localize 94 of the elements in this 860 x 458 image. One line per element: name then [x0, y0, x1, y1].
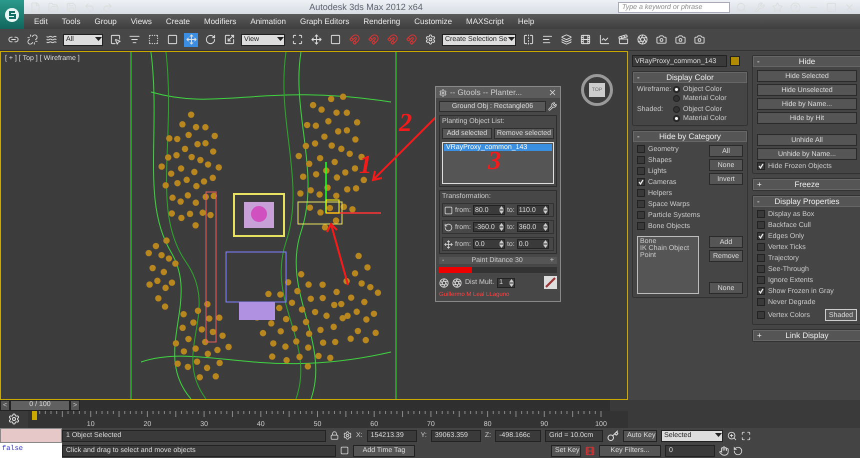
layers-icon[interactable] — [559, 32, 573, 46]
menu-item[interactable]: Views — [130, 17, 152, 26]
radio-button[interactable] — [673, 86, 680, 93]
rollout-title: Freeze — [794, 180, 820, 189]
star-icon[interactable] — [770, 0, 784, 14]
lock-icon[interactable] — [330, 431, 339, 440]
maxscript-input[interactable] — [0, 428, 62, 443]
unlink-icon[interactable] — [25, 32, 39, 46]
menu-item[interactable]: Graph Editors — [300, 17, 350, 26]
dialog-title: -- Gtools -- Planter... — [450, 88, 524, 98]
spinner-arrows-icon[interactable] — [498, 223, 504, 232]
rollout-title: Hide — [798, 57, 816, 66]
rollout-title: Display Color — [665, 73, 715, 82]
rollout-toggle[interactable]: - — [757, 57, 767, 66]
rollout-toggle[interactable]: - — [637, 73, 647, 82]
radio-button[interactable] — [673, 106, 680, 113]
rollout-toggle[interactable]: - — [637, 132, 647, 141]
checkbox[interactable] — [637, 189, 645, 197]
spinner-arrows-icon[interactable] — [542, 206, 548, 214]
checkbox[interactable] — [757, 298, 765, 306]
spinner-arrows-icon[interactable] — [498, 240, 504, 248]
select-object-icon[interactable] — [108, 32, 122, 46]
dialog-icon — [439, 88, 447, 97]
checkbox[interactable] — [757, 287, 765, 295]
move-icon[interactable] — [184, 32, 198, 46]
rotate-icon[interactable] — [203, 32, 217, 46]
app-logo-icon[interactable] — [0, 0, 24, 29]
annotation-number: 1 — [359, 152, 372, 178]
radio-button[interactable] — [673, 95, 680, 102]
checkbox[interactable] — [757, 254, 765, 262]
rollout-header[interactable]: - Hide — [753, 56, 860, 67]
checkbox[interactable] — [637, 200, 645, 208]
spinner-arrows-icon[interactable] — [542, 240, 548, 248]
checkbox[interactable] — [637, 167, 645, 175]
checkbox[interactable] — [757, 276, 765, 284]
mirror-icon[interactable] — [521, 32, 535, 46]
rollout-toggle[interactable]: - — [757, 197, 767, 206]
close-icon[interactable] — [548, 88, 557, 98]
menu-item[interactable]: Rendering — [363, 17, 400, 26]
menu-item[interactable]: Create — [166, 17, 190, 26]
rollout-title: Link Display — [784, 331, 830, 340]
pan-icon[interactable] — [719, 446, 729, 456]
checkbox[interactable] — [637, 211, 645, 219]
menu-item[interactable]: Customize — [414, 17, 452, 26]
menu-item[interactable]: Help — [518, 17, 534, 26]
rollout-toggle[interactable]: + — [757, 331, 767, 340]
checkbox[interactable] — [637, 145, 645, 153]
annotation-arrow — [326, 222, 349, 286]
checkbox[interactable] — [637, 178, 645, 186]
rollout-header[interactable]: + Freeze — [753, 179, 860, 190]
menu-item[interactable]: MAXScript — [466, 17, 504, 26]
selection-region-icon[interactable] — [146, 32, 160, 46]
caret-icon — [95, 37, 102, 42]
rotate-icon[interactable] — [444, 222, 453, 232]
checkbox[interactable] — [757, 311, 765, 319]
paint-icon[interactable] — [544, 276, 557, 289]
checkbox[interactable] — [757, 232, 765, 240]
orbit-icon[interactable] — [733, 446, 743, 456]
spinner-arrows-icon[interactable] — [509, 278, 514, 286]
radio-button[interactable] — [673, 115, 680, 122]
spinner-arrows-icon[interactable] — [542, 223, 548, 232]
checkbox[interactable] — [757, 243, 765, 251]
rollout-header[interactable]: + Link Display — [753, 330, 860, 341]
rollout-title: Hide by Category — [658, 132, 722, 141]
rollout-header[interactable]: - Display Color — [633, 72, 747, 83]
rollout-title: Display Properties — [774, 197, 840, 206]
zoom-extents-icon[interactable] — [741, 430, 752, 440]
caret-icon — [715, 433, 722, 438]
menu-item[interactable]: Group — [94, 17, 117, 26]
menu-item[interactable]: Modifiers — [204, 17, 236, 26]
rollout-header[interactable]: - Display Properties — [753, 196, 860, 207]
checkbox[interactable] — [757, 210, 765, 218]
checkbox[interactable] — [637, 156, 645, 164]
time-config-icon[interactable] — [8, 413, 20, 425]
frame-marker[interactable] — [32, 411, 37, 420]
caret-icon — [508, 37, 515, 42]
spinner-arrows-icon[interactable] — [498, 206, 504, 214]
checkbox[interactable] — [637, 222, 645, 230]
checkbox[interactable] — [757, 265, 765, 273]
checkbox[interactable] — [757, 221, 765, 229]
rollout-toggle[interactable]: + — [757, 180, 767, 189]
caret-icon — [277, 37, 284, 42]
wrench-icon[interactable] — [548, 102, 557, 112]
checkbox[interactable] — [757, 162, 765, 170]
move-icon[interactable] — [444, 240, 453, 249]
viewport[interactable] — [0, 51, 628, 400]
annotation-number: 2 — [399, 110, 412, 136]
zoom-icon[interactable] — [727, 430, 738, 440]
window-title: Autodesk 3ds Max 2012 x64 — [308, 2, 424, 12]
rollout-header[interactable]: - Hide by Category — [633, 131, 747, 142]
object-color-swatch[interactable] — [730, 56, 740, 66]
menu-item[interactable]: Animation — [250, 17, 286, 26]
menu-item[interactable]: Edit — [34, 17, 48, 26]
menu-item[interactable]: Tools — [62, 17, 80, 26]
